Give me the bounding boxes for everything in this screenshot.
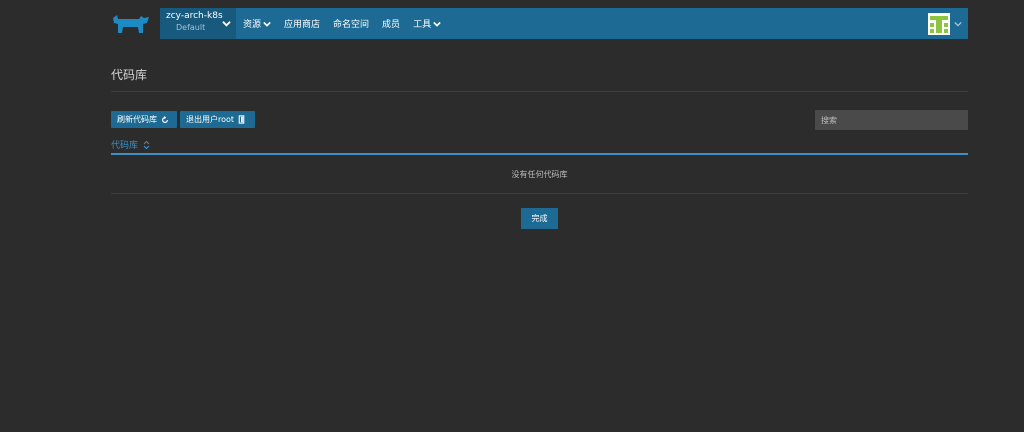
search-input[interactable] bbox=[815, 110, 968, 130]
main-menu: 资源 应用商店 命名空间 成员 工具 bbox=[236, 8, 454, 39]
user-avatar-icon bbox=[928, 12, 950, 35]
navbar: zcy-arch-k8s Default 资源 应用商店 命名空间 成员 工具 bbox=[160, 8, 968, 39]
chevron-down-icon bbox=[433, 21, 441, 27]
refresh-icon bbox=[162, 115, 168, 123]
rancher-logo-icon[interactable] bbox=[111, 14, 151, 36]
cluster-selector[interactable]: zcy-arch-k8s Default bbox=[160, 8, 236, 39]
menu-item-label: 命名空间 bbox=[333, 20, 370, 30]
menu-item-tools[interactable]: 工具 bbox=[413, 17, 441, 30]
column-header-label: 代码库 bbox=[111, 141, 139, 151]
menu-item-label: 成员 bbox=[382, 20, 401, 30]
menu-item-label: 资源 bbox=[243, 20, 262, 30]
sort-icon bbox=[143, 140, 150, 149]
top-navigation: zcy-arch-k8s Default 资源 应用商店 命名空间 成员 工具 bbox=[111, 8, 968, 39]
menu-item-resources[interactable]: 资源 bbox=[243, 17, 271, 30]
button-label: 退出用户root bbox=[186, 115, 235, 124]
chevron-down-icon bbox=[222, 21, 231, 27]
chevron-down-icon bbox=[263, 21, 271, 27]
done-button[interactable]: 完成 bbox=[521, 208, 558, 229]
button-label: 完成 bbox=[531, 214, 548, 223]
column-header-repository[interactable]: 代码库 bbox=[111, 138, 150, 151]
page-title: 代码库 bbox=[111, 68, 148, 82]
divider bbox=[111, 193, 968, 194]
chevron-down-icon bbox=[954, 21, 962, 26]
button-label: 刷新代码库 bbox=[117, 115, 157, 124]
table-header-underline bbox=[111, 153, 968, 155]
refresh-repositories-button[interactable]: 刷新代码库 bbox=[111, 111, 177, 128]
empty-state-message: 没有任何代码库 bbox=[511, 170, 568, 179]
logout-icon bbox=[238, 115, 245, 124]
menu-item-label: 工具 bbox=[413, 20, 432, 30]
menu-item-label: 应用商店 bbox=[284, 20, 321, 30]
menu-item-catalog[interactable]: 应用商店 bbox=[284, 17, 320, 30]
menu-item-members[interactable]: 成员 bbox=[382, 17, 400, 30]
menu-item-namespaces[interactable]: 命名空间 bbox=[333, 17, 369, 30]
user-menu[interactable] bbox=[928, 8, 968, 39]
logout-button[interactable]: 退出用户root bbox=[180, 111, 255, 128]
divider bbox=[111, 91, 968, 92]
